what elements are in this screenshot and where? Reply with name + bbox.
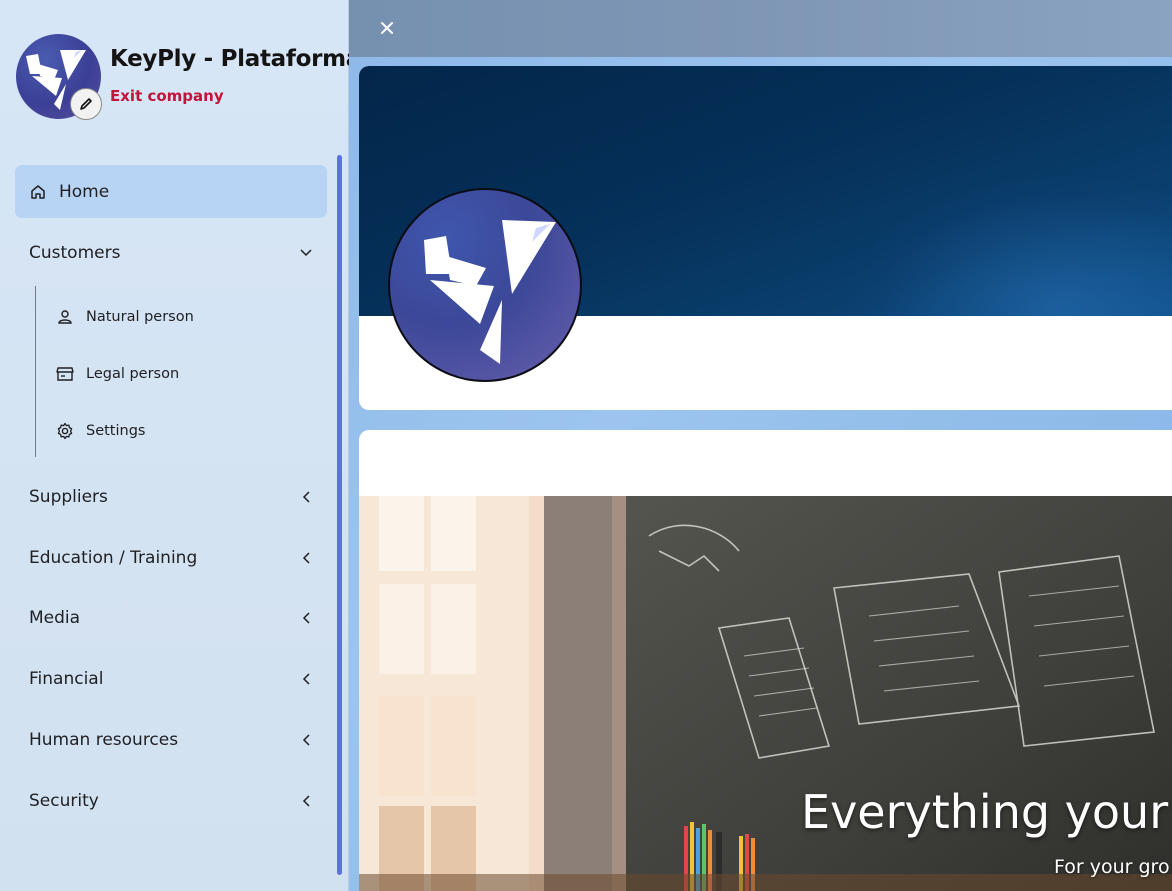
sidebar-item-label: Media: [29, 607, 81, 628]
gear-icon: [55, 421, 75, 441]
sidebar-item-security[interactable]: Security: [15, 774, 327, 827]
sidebar: KeyPly - Plataforma Exit company Home Cu…: [0, 0, 361, 891]
submenu-item-legal-person[interactable]: Legal person: [55, 354, 179, 394]
chevron-left-icon: [299, 611, 313, 625]
sidebar-item-label: Human resources: [29, 729, 179, 750]
sidebar-item-home[interactable]: Home: [15, 165, 327, 218]
sidebar-item-label: Customers: [29, 242, 121, 263]
sidebar-item-suppliers[interactable]: Suppliers: [15, 470, 327, 523]
origami-bird-logo: [424, 220, 556, 364]
sidebar-item-media[interactable]: Media: [15, 591, 327, 644]
top-bar: [349, 0, 1172, 57]
submenu-item-natural-person[interactable]: Natural person: [55, 297, 194, 337]
submenu-item-settings[interactable]: Settings: [55, 411, 145, 451]
company-avatar[interactable]: [388, 188, 582, 382]
person-icon: [55, 307, 75, 327]
home-icon: [29, 183, 47, 201]
submenu-divider: [35, 286, 36, 457]
close-button[interactable]: [377, 18, 397, 38]
sidebar-item-label: Education / Training: [29, 547, 198, 568]
sidebar-item-human-resources[interactable]: Human resources: [15, 713, 327, 766]
chevron-down-icon: [299, 246, 313, 260]
company-profile-card: [359, 66, 1172, 410]
brand-header: KeyPly - Plataforma Exit company: [16, 34, 361, 124]
banner-subline: For your gro: [1054, 856, 1170, 878]
sidebar-scrollbar[interactable]: [337, 155, 342, 875]
sidebar-item-label: Financial: [29, 668, 104, 689]
edit-logo-button[interactable]: [70, 88, 102, 120]
close-icon: [381, 22, 393, 34]
chevron-left-icon: [299, 794, 313, 808]
chevron-left-icon: [299, 672, 313, 686]
sidebar-item-label: Security: [29, 790, 99, 811]
chevron-left-icon: [299, 490, 313, 504]
chevron-left-icon: [299, 551, 313, 565]
pencil-icon: [80, 98, 92, 110]
exit-company-link[interactable]: Exit company: [110, 87, 224, 105]
submenu-item-label: Legal person: [86, 366, 180, 382]
main-content: Everything your s For your gro: [349, 0, 1172, 891]
app-title: KeyPly - Plataforma: [110, 46, 362, 72]
submenu-item-label: Natural person: [86, 309, 194, 325]
sidebar-item-customers[interactable]: Customers: [15, 226, 327, 279]
sidebar-item-label: Suppliers: [29, 486, 108, 507]
banner-headline: Everything your s: [801, 785, 1172, 839]
tabs-bar: [359, 430, 1172, 496]
sidebar-item-education-training[interactable]: Education / Training: [15, 531, 327, 584]
chevron-left-icon: [299, 733, 313, 747]
cover-decoration: [849, 176, 1172, 316]
store-icon: [55, 364, 75, 384]
sidebar-item-label: Home: [59, 181, 110, 202]
submenu-item-label: Settings: [86, 423, 146, 439]
sidebar-item-financial[interactable]: Financial: [15, 652, 327, 705]
